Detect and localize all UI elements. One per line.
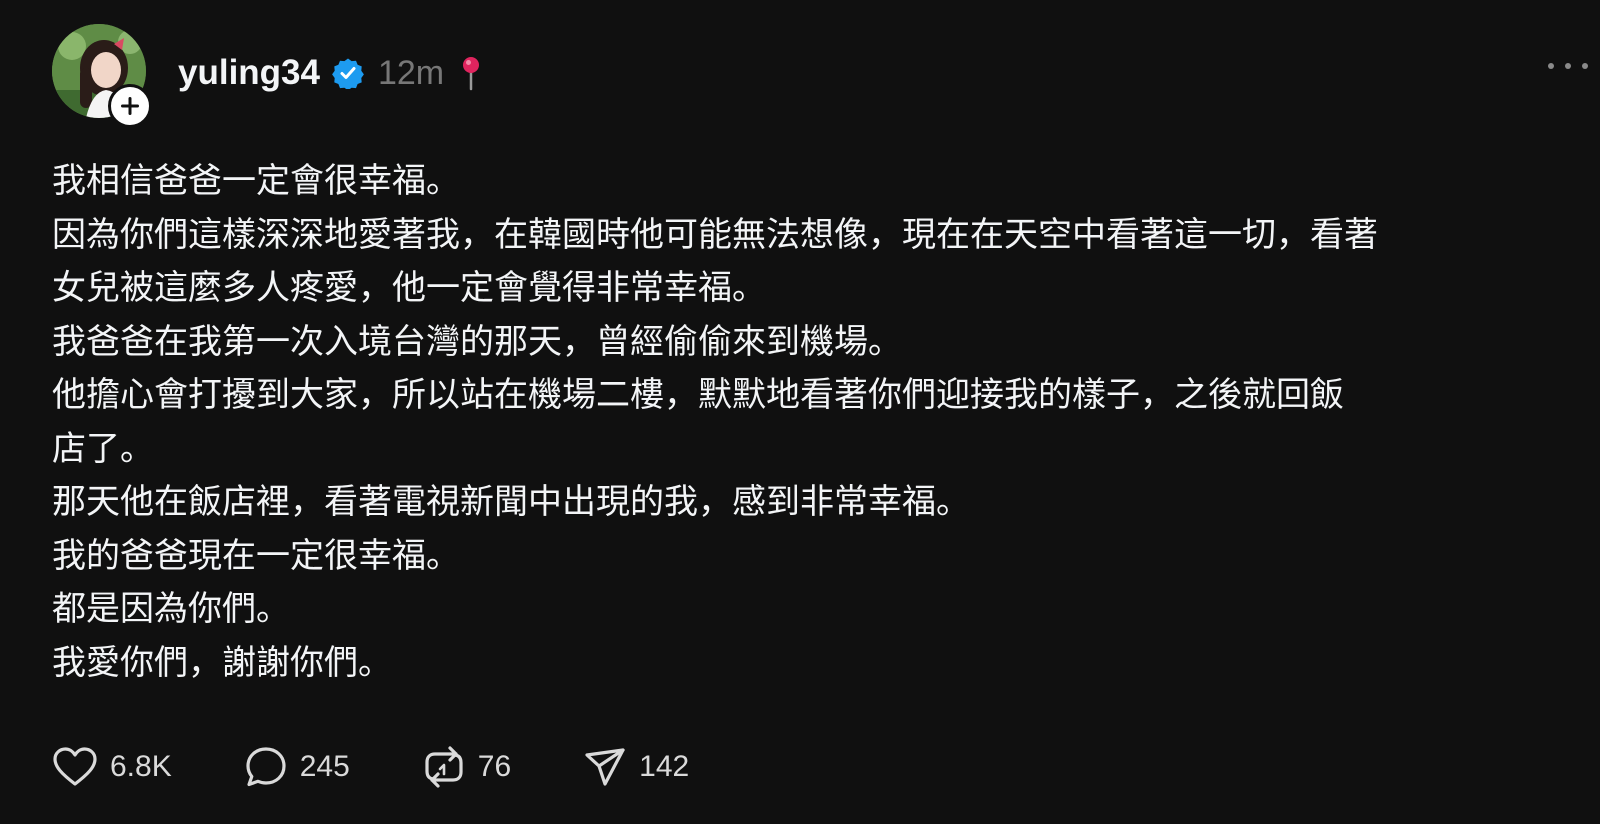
post-text-line: 那天他在飯店裡，看著電視新聞中出現的我，感到非常幸福。 [52, 482, 970, 522]
reply-count: 245 [299, 750, 350, 783]
more-horizontal-icon-dot [1582, 63, 1588, 69]
pin-icon [463, 57, 480, 91]
post-text-line: 他擔心會打擾到大家，所以站在機場二樓，默默地看著你們迎接我的樣子，之後就回飯 [52, 375, 1344, 415]
reply-button[interactable]: 245 [244, 745, 350, 789]
avatar-container [52, 24, 152, 128]
post-text-line: 我的爸爸現在一定很幸福。 [52, 535, 460, 576]
like-button[interactable]: 6.8K [52, 746, 172, 788]
heart-icon [53, 747, 97, 786]
plus-icon [121, 97, 139, 115]
share-count: 142 [639, 750, 690, 783]
more-options-button[interactable] [1548, 56, 1588, 76]
send-icon [585, 748, 625, 786]
follow-button[interactable] [108, 84, 152, 128]
repost-button[interactable]: 76 [422, 745, 511, 789]
username[interactable]: yuling34 [178, 53, 320, 93]
threads-post: yuling34 12m 我相信爸爸一定會很幸福。 因為你們這樣深深地愛著我，在… [0, 0, 1600, 824]
post-text-line: 女兒被這麼多人疼愛，他一定會覺得非常幸福。 [52, 268, 766, 308]
repost-icon [425, 746, 463, 788]
more-horizontal-icon-dot [1548, 63, 1554, 69]
post-text-line: 我爸爸在我第一次入境台灣的那天，曾經偷偷來到機場。 [52, 321, 902, 362]
post-text-line: 店了。 [52, 428, 154, 469]
comment-icon [246, 747, 286, 787]
post-header: yuling34 12m [178, 48, 484, 98]
post-text-line: 我愛你們，謝謝你們。 [52, 642, 392, 683]
post-text-line: 我相信爸爸一定會很幸福。 [52, 161, 460, 201]
repost-count: 76 [477, 750, 512, 783]
post-text-line: 因為你們這樣深深地愛著我，在韓國時他可能無法想像，現在在天空中看著這一切，看著 [52, 214, 1378, 255]
post-body: 我相信爸爸一定會很幸福。 因為你們這樣深深地愛著我，在韓國時他可能無法想像，現在… [52, 155, 1562, 690]
share-button[interactable]: 142 [583, 745, 689, 789]
post-text-line: 都是因為你們。 [52, 589, 290, 629]
post-timestamp: 12m [377, 53, 445, 92]
more-horizontal-icon-dot [1565, 63, 1571, 69]
post-actions: 6.8K 245 76 142 [52, 742, 689, 792]
like-count: 6.8K [110, 750, 172, 783]
verified-badge-icon [332, 58, 364, 89]
